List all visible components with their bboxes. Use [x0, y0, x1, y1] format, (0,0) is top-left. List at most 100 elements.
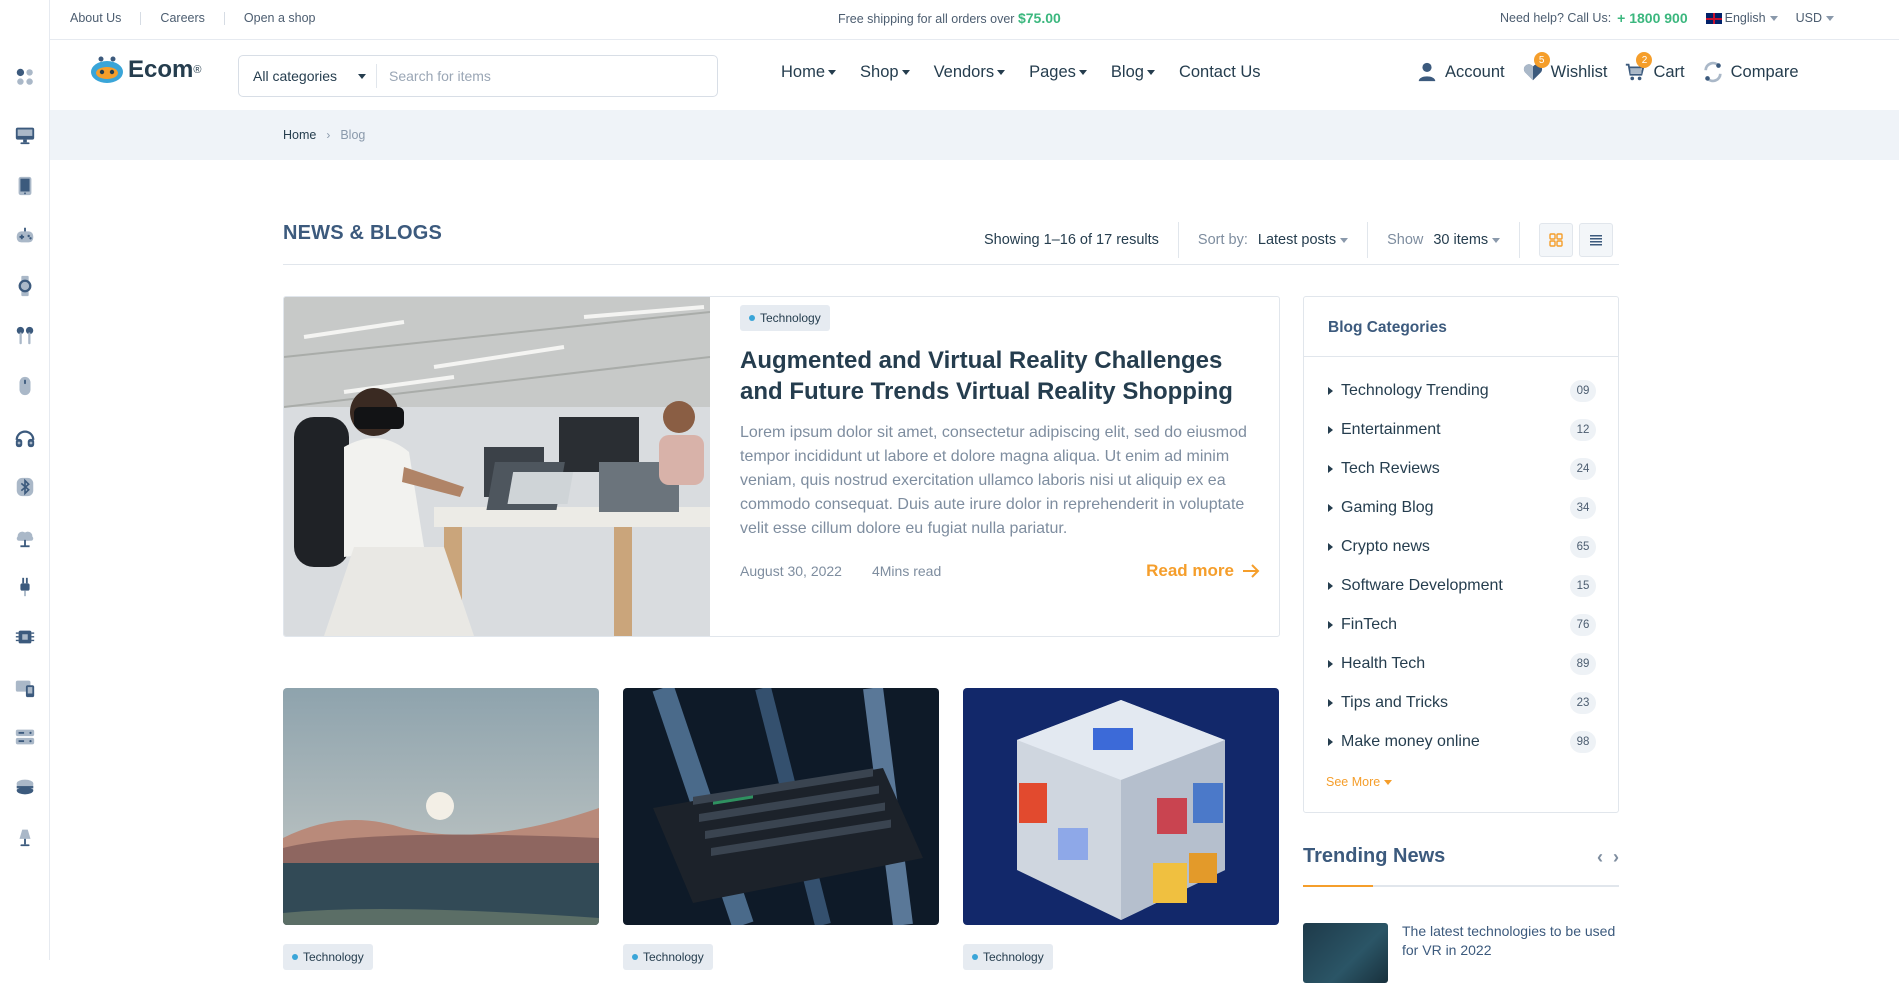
careers-link[interactable]: Careers: [160, 11, 204, 25]
category-label: Entertainment: [1341, 420, 1441, 438]
cart-button[interactable]: 2 Cart: [1624, 52, 1685, 83]
category-item[interactable]: Software Development 15: [1328, 566, 1596, 605]
category-item[interactable]: Technology Trending 09: [1328, 371, 1596, 410]
search-bar: All categories: [238, 55, 718, 97]
nav-label: Shop: [860, 63, 899, 81]
read-time: 4Mins read: [871, 563, 942, 579]
monitor-icon[interactable]: [13, 123, 37, 147]
see-more-link[interactable]: See More: [1326, 775, 1393, 789]
category-item[interactable]: Make money online 98: [1328, 722, 1596, 761]
breadcrumb-home[interactable]: Home: [283, 128, 316, 142]
card-image[interactable]: [283, 688, 599, 925]
featured-body: Technology Augmented and Virtual Reality…: [740, 305, 1260, 581]
category-tag[interactable]: Technology: [740, 305, 830, 331]
user-icon: [1418, 62, 1436, 82]
category-item[interactable]: FinTech 76: [1328, 605, 1596, 644]
category-tag[interactable]: Technology: [283, 944, 373, 970]
hdd-icon[interactable]: [13, 775, 37, 799]
headphones-icon[interactable]: [13, 426, 37, 450]
promo-text: Free shipping for all orders over: [838, 12, 1015, 26]
featured-excerpt: Lorem ipsum dolor sit amet, consectetur …: [740, 424, 1247, 537]
help-text: Need help? Call Us:: [1500, 11, 1612, 25]
tag-dot-icon: [749, 315, 755, 321]
lamp-icon[interactable]: [13, 526, 37, 550]
search-input[interactable]: [377, 68, 717, 84]
show-select[interactable]: 30 items: [1433, 232, 1501, 248]
compare-button[interactable]: Compare: [1702, 61, 1799, 83]
nav-vendors[interactable]: Vendors: [934, 63, 1006, 82]
category-select[interactable]: All categories: [239, 64, 377, 88]
category-item[interactable]: Health Tech 89: [1328, 644, 1596, 683]
category-count: 34: [1570, 496, 1596, 519]
title-underline: [1303, 885, 1619, 887]
category-item[interactable]: Tips and Tricks 23: [1328, 683, 1596, 722]
category-item[interactable]: Tech Reviews 24: [1328, 449, 1596, 488]
nav-label: Home: [781, 63, 826, 81]
featured-title[interactable]: Augmented and Virtual Reality Challenges…: [740, 345, 1260, 407]
chevron-left-icon[interactable]: ‹: [1597, 847, 1603, 868]
caret-right-icon: [1328, 386, 1333, 395]
mouse-icon[interactable]: [13, 374, 37, 398]
category-label: Tips and Tricks: [1341, 693, 1448, 711]
currency-select[interactable]: USD: [1796, 11, 1835, 25]
account-button[interactable]: Account: [1416, 61, 1505, 83]
card-image[interactable]: [963, 688, 1279, 925]
chevron-down-icon: [1340, 237, 1349, 243]
main-header: Ecom ® All categories Home Shop Vendors …: [50, 41, 1899, 109]
open-shop-link[interactable]: Open a shop: [244, 11, 316, 25]
wishlist-button[interactable]: 5 Wishlist: [1522, 52, 1608, 83]
bluetooth-icon[interactable]: [13, 475, 37, 499]
category-count: 09: [1570, 379, 1596, 402]
trending-item[interactable]: The latest technologies to be used for V…: [1303, 923, 1619, 983]
chip-icon[interactable]: [13, 625, 37, 649]
gamepad-icon[interactable]: [13, 224, 37, 248]
language-select[interactable]: English: [1705, 11, 1778, 25]
chevron-right-icon[interactable]: ›: [1613, 847, 1619, 868]
devices-icon[interactable]: [13, 676, 37, 700]
list-view-button[interactable]: [1579, 223, 1614, 257]
wishlist-label: Wishlist: [1550, 62, 1608, 81]
nav-label: Vendors: [933, 63, 995, 81]
blog-card: Technology: [283, 688, 599, 970]
nav-home[interactable]: Home: [781, 63, 837, 82]
nav-shop[interactable]: Shop: [860, 63, 910, 82]
about-us-link[interactable]: About Us: [70, 11, 121, 25]
compare-label: Compare: [1730, 62, 1799, 81]
watch-icon[interactable]: [13, 274, 37, 298]
category-item[interactable]: Gaming Blog 34: [1328, 488, 1596, 527]
logo[interactable]: Ecom ®: [88, 55, 201, 85]
category-count: 98: [1570, 730, 1596, 753]
breadcrumb-current: Blog: [340, 128, 366, 142]
category-item[interactable]: Crypto news 65: [1328, 527, 1596, 566]
registered-mark: ®: [193, 64, 202, 76]
tablet-icon[interactable]: [13, 174, 37, 198]
read-more-link[interactable]: Read more: [1146, 561, 1260, 581]
breadcrumb: Home › Blog: [283, 128, 365, 142]
category-item[interactable]: Entertainment 12: [1328, 410, 1596, 449]
phone-number[interactable]: + 1800 900: [1617, 10, 1687, 26]
grid-view-button[interactable]: [1539, 223, 1574, 257]
category-tag[interactable]: Technology: [623, 944, 713, 970]
nav-blog[interactable]: Blog: [1111, 63, 1155, 82]
earbuds-icon[interactable]: [13, 324, 37, 348]
logo-text: Ecom: [128, 56, 194, 83]
category-list: Technology Trending 09 Entertainment 12 Te…: [1304, 357, 1618, 761]
desk-lamp-icon[interactable]: [13, 825, 37, 849]
divider: [1519, 222, 1521, 258]
featured-image[interactable]: [284, 297, 710, 636]
server-icon[interactable]: [13, 725, 37, 749]
apps-icon[interactable]: [13, 65, 37, 89]
blog-card: Technology: [963, 688, 1279, 970]
category-tag[interactable]: Technology: [963, 944, 1053, 970]
sort-select[interactable]: Latest posts: [1258, 232, 1349, 248]
robot-logo-icon: [88, 55, 126, 85]
sort-label: Sort by:: [1197, 232, 1248, 248]
trending-item-title: The latest technologies to be used for V…: [1402, 923, 1616, 958]
plug-icon[interactable]: [13, 575, 37, 599]
category-label: FinTech: [1341, 615, 1398, 633]
nav-pages[interactable]: Pages: [1029, 63, 1087, 82]
card-image[interactable]: [623, 688, 939, 925]
category-label: Software Development: [1341, 576, 1503, 594]
trending-news-widget: Trending News ‹ › The latest technologie…: [1303, 845, 1619, 983]
nav-contact[interactable]: Contact Us: [1179, 63, 1261, 82]
